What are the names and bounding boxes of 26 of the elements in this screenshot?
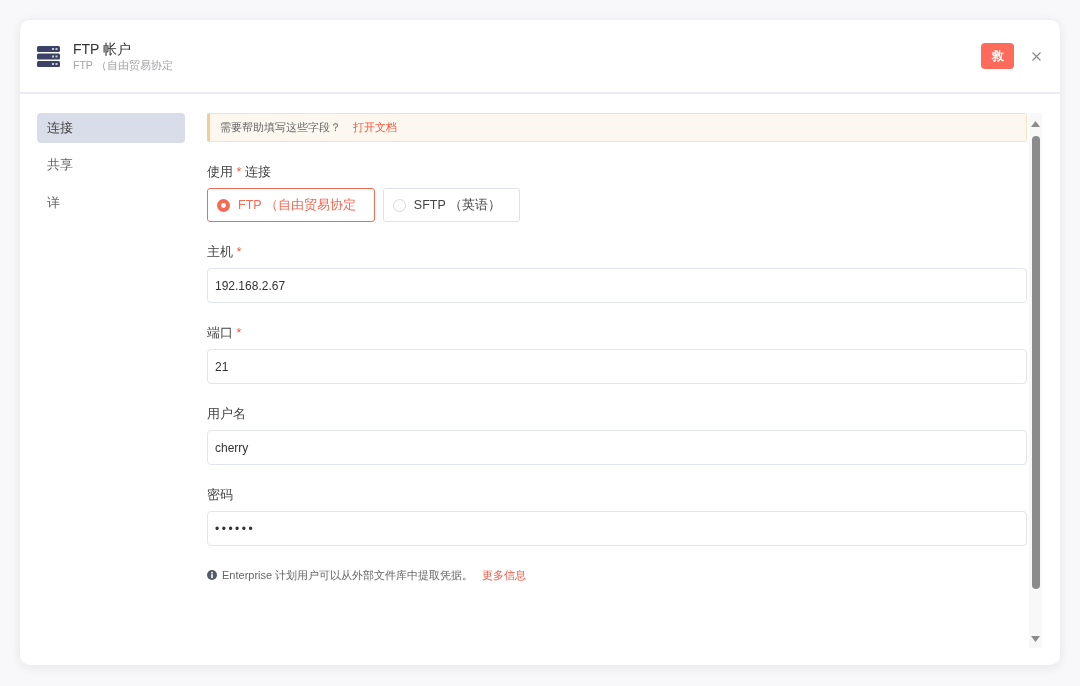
input-field[interactable]: 192.168.2.67 [207,268,1027,303]
scroll-down-arrow-icon[interactable] [1031,636,1040,642]
info-icon [207,570,217,580]
field-label: 端口 * [207,325,243,341]
field-label: 使用 * 连接 [207,164,272,180]
info-text: Enterprise 计划用户可以从外部文件库中提取凭据。 [222,568,474,582]
help-text: 需要帮助填写这些字段？ [220,120,341,135]
sidebar-item[interactable]: 共享 [37,150,185,181]
sidebar-item[interactable]: 连接 [37,113,185,143]
field-label: 密码 [207,487,234,503]
input-field[interactable]: cherry [207,430,1027,465]
field-label: 用户名 [207,406,247,422]
dialog-title: FTP 帐户 [73,40,133,58]
server-icon [37,45,60,67]
field-label: 主机 * [207,244,243,260]
radio-selected-icon [217,198,230,212]
scroll-up-arrow-icon[interactable] [1031,121,1040,127]
input-field[interactable]: 21 [207,349,1027,384]
password-field[interactable]: •••••• [207,511,1027,546]
radio-option[interactable]: SFTP （英语） [382,188,521,222]
more-info-link[interactable]: 更多信息 [482,568,527,582]
scrollbar-thumb[interactable] [1031,136,1040,589]
radio-empty-icon [392,198,406,212]
close-icon[interactable] [1032,51,1041,61]
sidebar-item[interactable]: 详 [37,188,185,218]
dialog-subtitle: FTP （自由贸易协定 [73,58,173,72]
